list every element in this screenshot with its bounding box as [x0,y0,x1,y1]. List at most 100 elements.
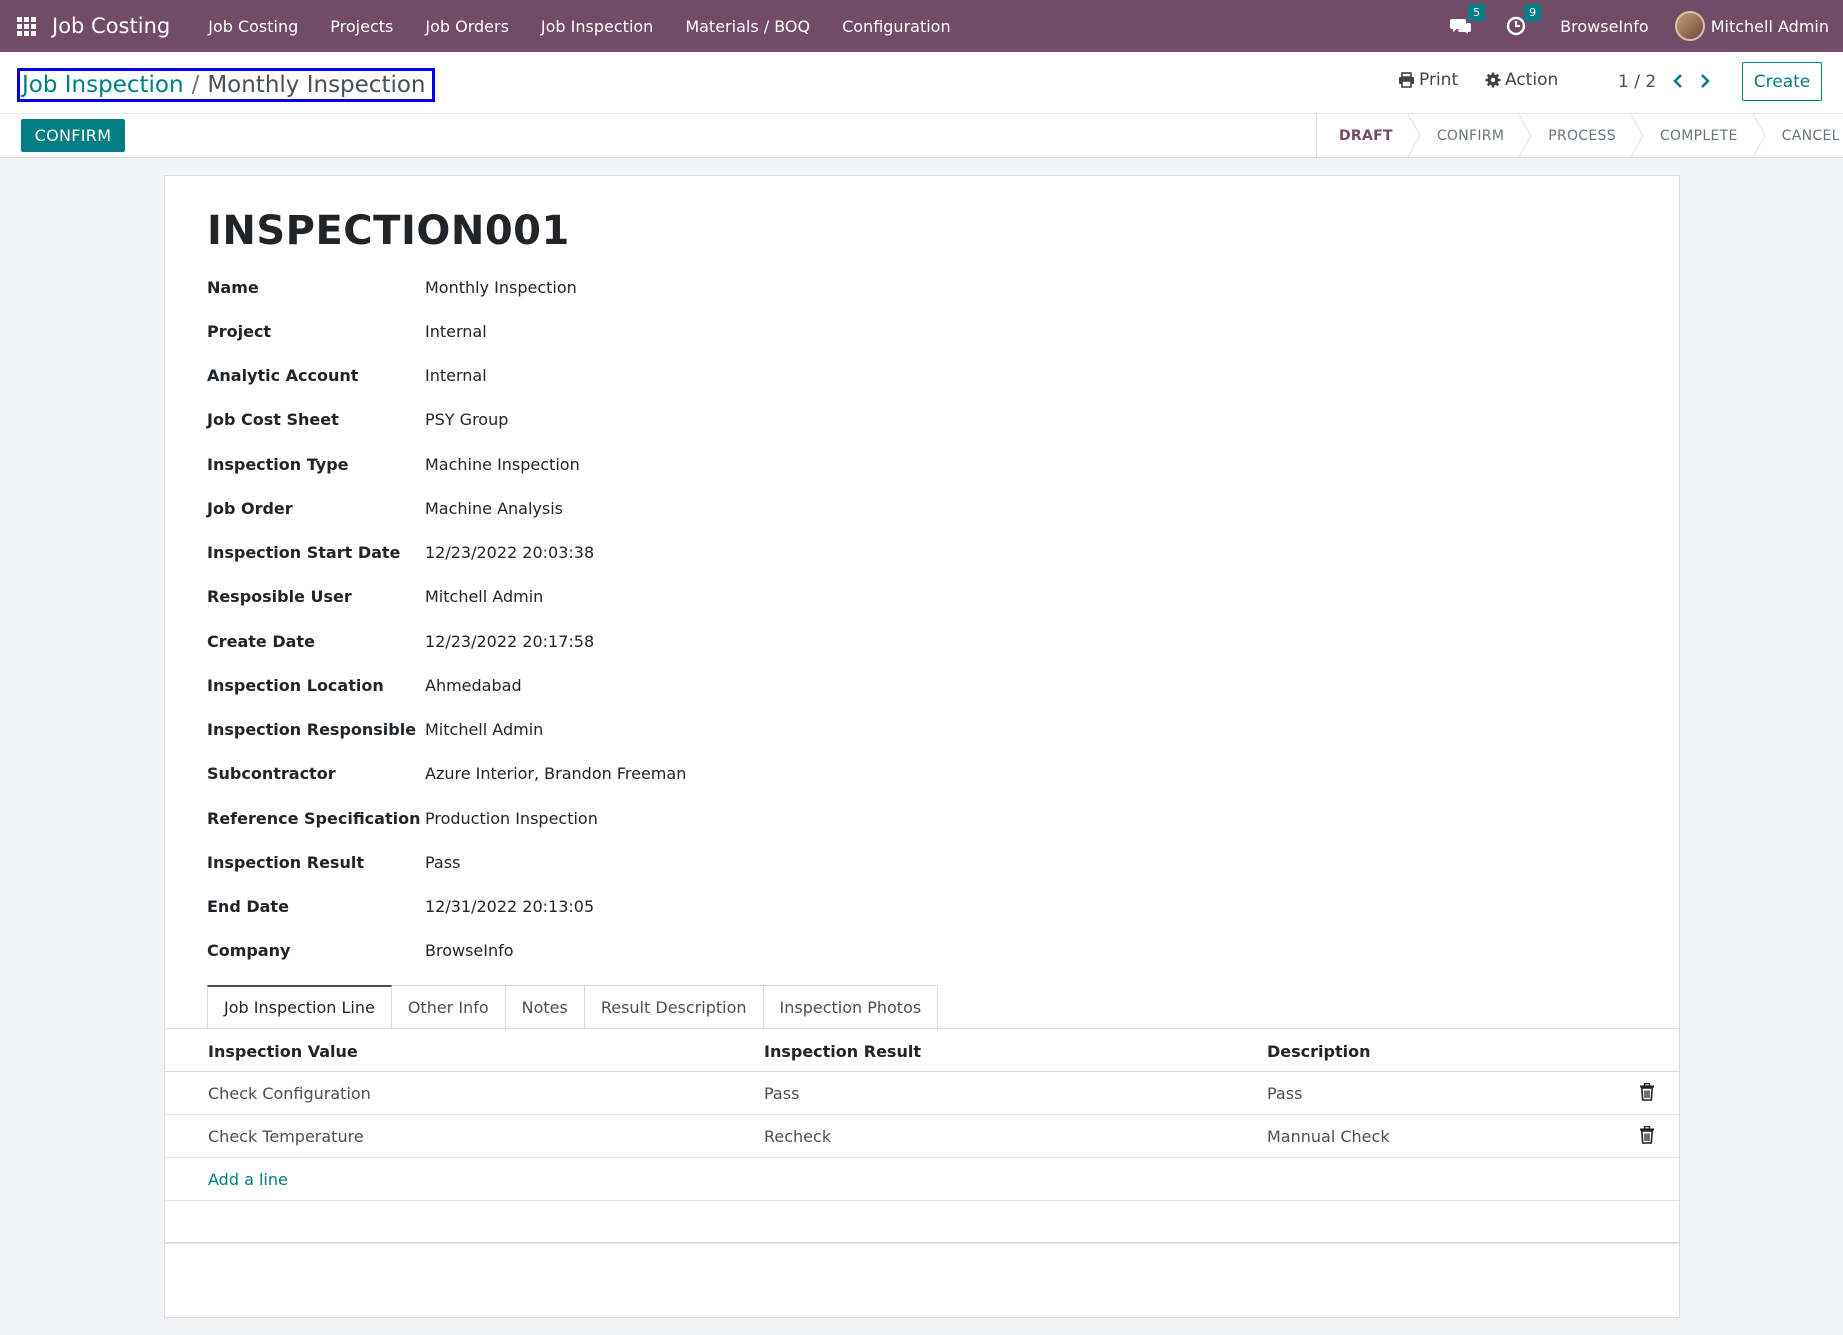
field-label: Resposible User [207,586,352,606]
pager-next-button[interactable] [1695,67,1715,95]
field-value: Production Inspection [425,808,598,828]
field-project: Project Internal [207,316,1007,346]
tab-notes[interactable]: Notes [505,985,585,1029]
field-value[interactable]: Machine Inspection [425,455,580,474]
apps-menu-icon[interactable] [0,0,52,52]
field-value[interactable]: Internal [425,366,487,385]
column-header-description[interactable]: Description [1267,1042,1370,1061]
create-button[interactable]: Create [1742,62,1822,101]
stage-draft[interactable]: DRAFT [1317,114,1421,157]
stage-process[interactable]: PROCESS [1526,114,1644,157]
field-inspection-type: Inspection Type Machine Inspection [207,449,1007,479]
field-label: Inspection Location [207,675,384,695]
tab-other-info[interactable]: Other Info [391,985,506,1029]
field-value[interactable]: PSY Group [425,410,508,429]
action-label: Action [1505,70,1559,90]
activities-badge: 9 [1524,4,1542,21]
stage-confirm[interactable]: CONFIRM [1415,114,1532,157]
tab-job-inspection-line[interactable]: Job Inspection Line [207,985,392,1029]
status-bar: DRAFT CONFIRM PROCESS COMPLETE CANCEL [1316,114,1843,157]
column-header-inspection-value[interactable]: Inspection Value [208,1042,358,1061]
field-value: 12/31/2022 20:13:05 [425,896,595,916]
field-label: Job Cost Sheet [207,409,339,429]
add-a-line-link[interactable]: Add a line [208,1170,288,1189]
field-value[interactable]: Azure Interior, Brandon Freeman [425,764,686,783]
cell-description[interactable]: Mannual Check [1267,1127,1390,1146]
table-row[interactable]: Check Configuration Pass Pass [165,1072,1679,1115]
stage-label: PROCESS [1548,127,1616,144]
print-label: Print [1419,70,1459,90]
menu-job-inspection[interactable]: Job Inspection [541,17,653,36]
messages-systray[interactable]: 5 [1450,4,1486,36]
field-value[interactable]: Internal [425,322,487,341]
menu-materials-boq[interactable]: Materials / BOQ [685,17,810,36]
add-line-row: Add a line [165,1158,1679,1201]
field-label: Reference Specification [207,808,421,828]
action-button[interactable]: Action [1485,70,1558,90]
print-button[interactable]: Print [1398,70,1458,90]
field-responsible-user: Resposible User Mitchell Admin [207,581,1007,611]
pager-value[interactable]: 1 / 2 [1618,72,1656,92]
menu-job-orders[interactable]: Job Orders [425,17,509,36]
menu-job-costing[interactable]: Job Costing [208,17,298,36]
field-label: Inspection Start Date [207,542,401,562]
field-label: Create Date [207,631,315,651]
cell-inspection-result[interactable]: Pass [764,1084,799,1103]
activities-systray[interactable]: 9 [1506,4,1542,36]
cell-description[interactable]: Pass [1267,1084,1302,1103]
trash-icon[interactable] [1639,1126,1655,1144]
confirm-button[interactable]: CONFIRM [21,119,125,152]
column-header-inspection-result[interactable]: Inspection Result [764,1042,921,1061]
field-value[interactable]: Machine Analysis [425,499,563,518]
menu-projects[interactable]: Projects [330,17,393,36]
chevron-right-icon [1701,74,1710,88]
field-label: End Date [207,896,289,916]
field-inspection-start-date: Inspection Start Date 12/23/2022 20:03:3… [207,537,1007,567]
tab-inspection-photos[interactable]: Inspection Photos [763,985,939,1029]
chevron-left-icon [1673,74,1682,88]
field-inspection-location: Inspection Location Ahmedabad [207,670,1007,700]
field-name: Name Monthly Inspection [207,272,1007,302]
field-end-date: End Date 12/31/2022 20:13:05 [207,891,1007,921]
pager-previous-button[interactable] [1668,67,1688,95]
field-job-cost-sheet: Job Cost Sheet PSY Group [207,404,1007,434]
stage-label: CANCEL [1781,127,1840,144]
stage-complete[interactable]: COMPLETE [1638,114,1766,157]
field-value[interactable]: Mitchell Admin [425,587,543,606]
field-value[interactable]: Mitchell Admin [425,720,543,739]
field-label: Company [207,940,291,960]
table-footer-line [165,1242,1679,1243]
app-brand[interactable]: Job Costing [52,14,170,38]
user-menu[interactable]: Mitchell Admin [1711,17,1829,36]
field-label: Inspection Type [207,454,349,474]
breadcrumb-parent-link[interactable]: Job Inspection [22,72,184,98]
table-row[interactable]: Check Temperature Recheck Mannual Check [165,1115,1679,1158]
trash-icon[interactable] [1639,1083,1655,1101]
company-switcher[interactable]: BrowseInfo [1560,17,1649,36]
printer-icon [1399,72,1414,88]
menu-configuration[interactable]: Configuration [842,17,951,36]
field-inspection-result: Inspection Result Pass [207,847,1007,877]
messages-badge: 5 [1468,4,1486,21]
cell-inspection-value[interactable]: Check Configuration [208,1084,371,1103]
cell-inspection-value[interactable]: Check Temperature [208,1127,364,1146]
table-header: Inspection Value Inspection Result Descr… [165,1030,1679,1072]
field-create-date: Create Date 12/23/2022 20:17:58 [207,626,1007,656]
tab-result-description[interactable]: Result Description [584,985,764,1029]
field-label: Inspection Result [207,852,364,872]
field-value[interactable]: BrowseInfo [425,941,514,960]
stage-cancel[interactable]: CANCEL [1760,114,1843,157]
user-avatar[interactable] [1674,11,1705,41]
breadcrumb-separator: / [191,72,200,98]
field-label: Analytic Account [207,365,359,385]
field-label: Name [207,277,259,297]
field-label: Subcontractor [207,763,336,783]
record-title: INSPECTION001 [207,208,570,254]
cell-inspection-result[interactable]: Recheck [764,1127,831,1146]
clock-icon [1506,16,1526,36]
top-navbar: Job Costing Job Costing Projects Job Ord… [0,0,1843,52]
field-value: 12/23/2022 20:03:38 [425,542,595,562]
breadcrumb: Job Inspection / Monthly Inspection [17,68,435,102]
stage-label: CONFIRM [1436,127,1505,144]
field-analytic-account: Analytic Account Internal [207,360,1007,390]
